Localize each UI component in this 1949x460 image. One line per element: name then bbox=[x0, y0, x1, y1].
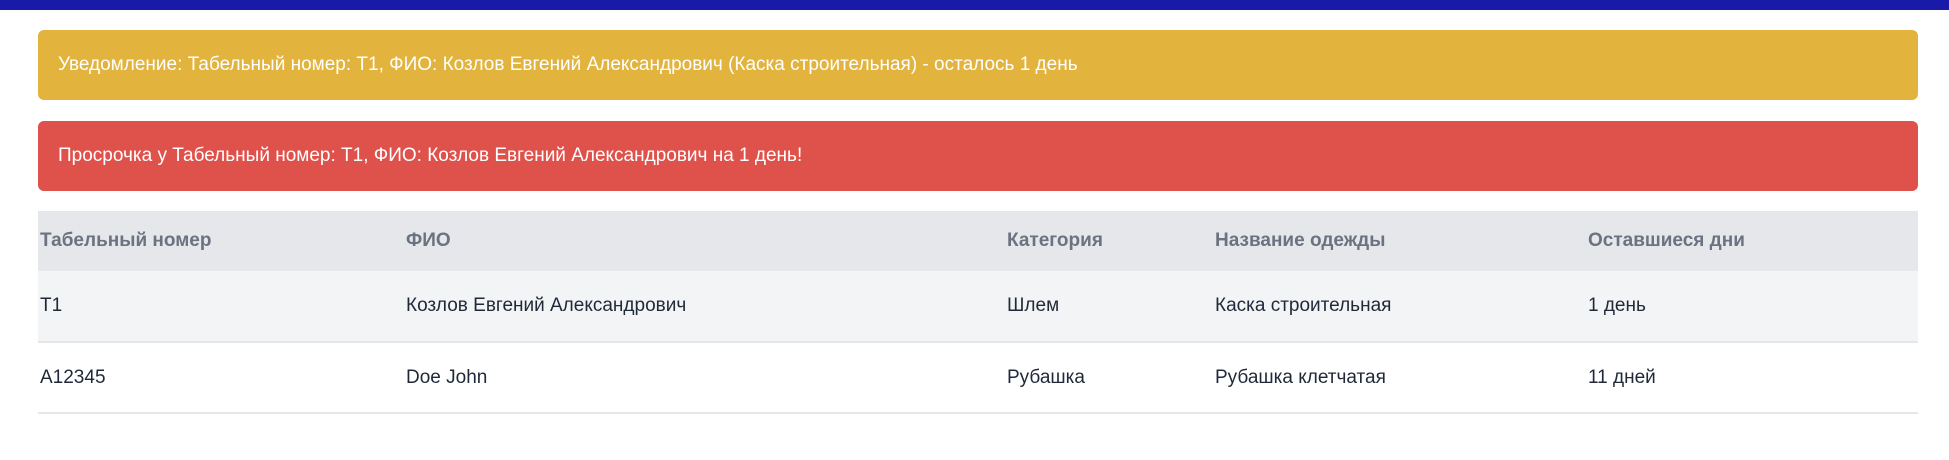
clothing-table: Табельный номер ФИО Категория Название о… bbox=[38, 211, 1918, 414]
cell-full-name: Doe John bbox=[406, 366, 488, 388]
cell-clothing-name: Рубашка клетчатая bbox=[1215, 366, 1386, 388]
header-days-left: Оставшиеся дни bbox=[1588, 230, 1745, 251]
cell-days-left: 11 дней bbox=[1588, 366, 1656, 388]
table-row: Т1 Козлов Евгений Александрович Шлем Кас… bbox=[38, 271, 1918, 342]
cell-employee-id: Т1 bbox=[40, 295, 63, 316]
cell-employee-id: A12345 bbox=[40, 366, 106, 388]
cell-category: Рубашка bbox=[1007, 366, 1085, 388]
cell-clothing-name: Каска строительная bbox=[1215, 295, 1392, 316]
overdue-alert: Просрочка у Табельный номер: Т1, ФИО: Ко… bbox=[38, 121, 1918, 191]
overdue-alert-text: Просрочка у Табельный номер: Т1, ФИО: Ко… bbox=[58, 145, 803, 166]
top-navbar-strip bbox=[0, 0, 1949, 10]
cell-full-name: Козлов Евгений Александрович bbox=[406, 295, 687, 316]
warning-alert-text: Уведомление: Табельный номер: Т1, ФИО: К… bbox=[58, 54, 1078, 75]
cell-days-left: 1 день bbox=[1588, 295, 1646, 316]
table-header-row: Табельный номер ФИО Категория Название о… bbox=[38, 211, 1918, 271]
header-clothing-name: Название одежды bbox=[1215, 230, 1386, 251]
table-row: A12345 Doe John Рубашка Рубашка клетчата… bbox=[38, 342, 1918, 413]
header-employee-id: Табельный номер bbox=[40, 230, 212, 251]
main-content: Уведомление: Табельный номер: Т1, ФИО: К… bbox=[38, 30, 1918, 414]
header-category: Категория bbox=[1007, 230, 1103, 251]
warning-alert: Уведомление: Табельный номер: Т1, ФИО: К… bbox=[38, 30, 1918, 100]
cell-category: Шлем bbox=[1007, 295, 1060, 316]
header-full-name: ФИО bbox=[406, 230, 451, 251]
